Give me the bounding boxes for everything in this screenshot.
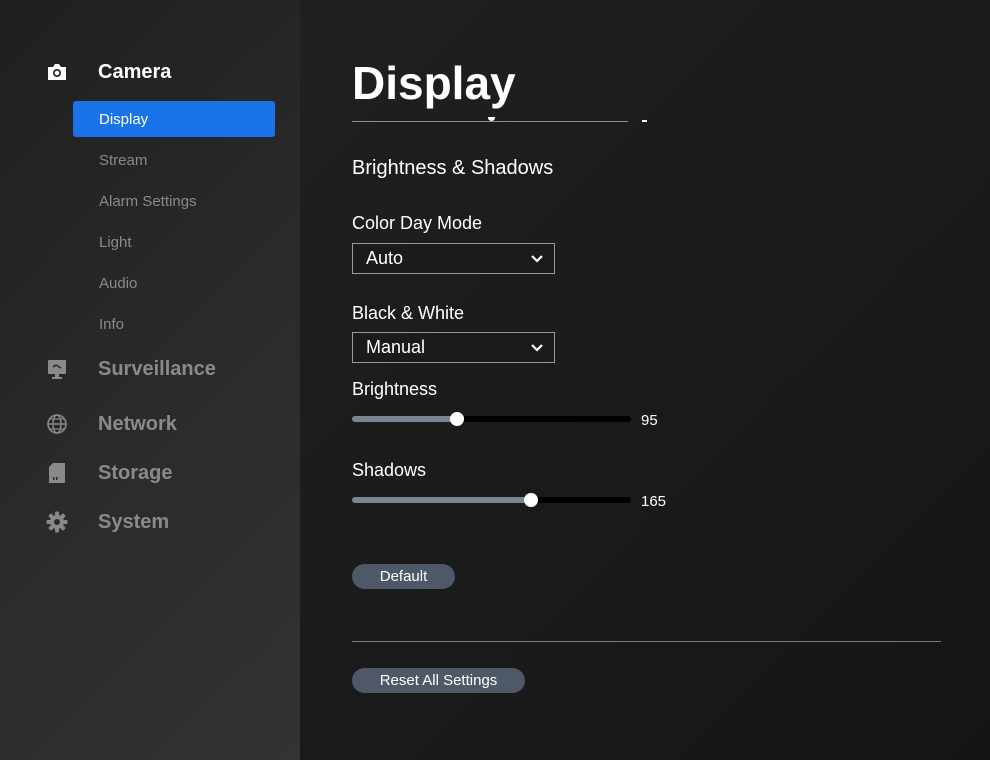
slider-fill — [352, 497, 531, 503]
brightness-value: 95 — [641, 412, 658, 429]
nav-storage[interactable]: Storage — [0, 453, 300, 493]
slider-fill — [352, 416, 458, 422]
slider-thumb[interactable] — [450, 412, 465, 426]
default-button[interactable]: Default — [352, 564, 455, 589]
shadows-slider[interactable] — [352, 492, 631, 508]
color-day-mode-select[interactable]: Auto — [352, 243, 555, 274]
sidebar-item-alarm-settings[interactable]: Alarm Settings — [73, 183, 275, 219]
nav-network-label: Network — [98, 412, 177, 435]
nav-camera-label: Camera — [98, 60, 172, 83]
page-title: Display — [352, 57, 516, 109]
chevron-down-icon — [531, 254, 543, 263]
shadows-label: Shadows — [352, 460, 427, 480]
gear-icon — [45, 510, 69, 534]
black-white-label: Black & White — [352, 303, 465, 323]
color-day-mode-label: Color Day Mode — [352, 213, 483, 233]
nav-system-label: System — [98, 510, 170, 533]
chevron-down-icon — [531, 343, 543, 352]
color-day-mode-value: Auto — [366, 248, 404, 268]
section-heading: Brightness & Shadows — [352, 157, 554, 179]
brightness-label: Brightness — [352, 379, 438, 399]
nav-surveillance[interactable]: Surveillance — [0, 349, 300, 389]
sd-card-icon — [45, 461, 69, 485]
nav-camera[interactable]: Camera — [0, 52, 300, 92]
clipped-slider-value — [642, 120, 647, 122]
shadows-value: 165 — [641, 493, 667, 510]
sidebar: Camera Display Stream Alarm Settings Lig… — [0, 0, 300, 760]
sidebar-item-audio[interactable]: Audio — [73, 265, 275, 301]
black-white-select[interactable]: Manual — [352, 332, 555, 363]
camera-icon — [45, 60, 69, 84]
monitor-icon — [45, 357, 69, 381]
globe-icon — [45, 412, 69, 436]
sidebar-item-info[interactable]: Info — [73, 306, 275, 342]
clipped-slider-track — [352, 121, 628, 122]
brightness-slider[interactable] — [352, 411, 631, 427]
divider — [352, 641, 941, 642]
slider-thumb[interactable] — [523, 493, 538, 507]
nav-surveillance-label: Surveillance — [98, 357, 216, 380]
nav-system[interactable]: System — [0, 502, 300, 542]
black-white-value: Manual — [366, 337, 426, 357]
sidebar-item-light[interactable]: Light — [73, 224, 275, 260]
sidebar-item-display[interactable]: Display — [73, 101, 275, 137]
reset-all-settings-button[interactable]: Reset All Settings — [352, 668, 525, 693]
nav-storage-label: Storage — [98, 461, 173, 484]
sidebar-item-stream[interactable]: Stream — [73, 142, 275, 178]
nav-network[interactable]: Network — [0, 404, 300, 444]
